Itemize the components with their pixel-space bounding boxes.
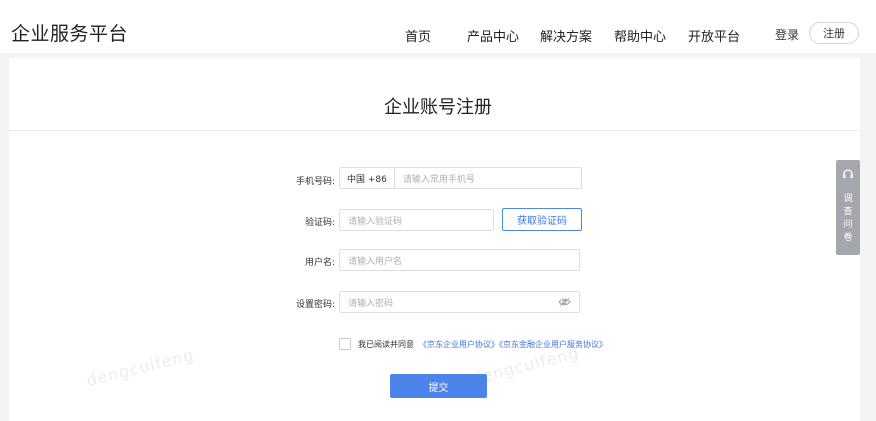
phone-placeholder: 请输入常用手机号 [402,174,475,185]
headset-icon [843,169,853,178]
agree-text: 我已阅读并同意 [358,339,414,349]
password-input[interactable]: 请输入密码 [339,291,580,313]
agree-checkbox[interactable] [339,338,351,350]
survey-side-tab[interactable]: 调查问卷 [836,160,860,255]
verify-code-input[interactable]: 请输入验证码 [339,209,494,231]
register-button[interactable]: 注册 [809,22,859,44]
submit-button[interactable]: 提交 [390,374,487,398]
nav-item-home[interactable]: 首页 [405,26,431,45]
phone-label: 手机号码: [295,177,335,187]
password-label: 设置密码: [295,300,335,310]
brand-logo-text[interactable]: 企业服务平台 [11,19,128,46]
agreement-row: 我已阅读并同意 《京东企业用户协议》《京东金融企业用户服务协议》 [339,338,607,350]
username-label: 用户名: [304,258,335,268]
login-link[interactable]: 登录 [775,26,799,43]
verify-code-placeholder: 请输入验证码 [348,216,403,227]
username-input[interactable]: 请输入用户名 [339,249,580,271]
top-nav-bar: 企业服务平台 首页 产品中心 解决方案 帮助中心 开放平台 登录 注册 [0,0,876,53]
nav-item-open-platform[interactable]: 开放平台 [688,26,740,45]
title-divider [9,130,860,131]
eye-hidden-icon[interactable] [558,297,571,307]
nav-item-help[interactable]: 帮助中心 [614,26,666,45]
agreement-links[interactable]: 《京东企业用户协议》《京东金融企业用户服务协议》 [419,339,607,350]
get-verify-code-button[interactable]: 获取验证码 [502,208,582,231]
password-placeholder: 请输入密码 [348,298,394,309]
verify-code-label: 验证码: [304,218,335,228]
phone-field[interactable]: 中国 +86 请输入常用手机号 [339,167,582,189]
nav-item-solutions[interactable]: 解决方案 [540,26,592,45]
country-code-select[interactable]: 中国 +86 [340,168,395,188]
page-title: 企业账号注册 [384,97,492,118]
survey-label: 调查问卷 [843,194,853,243]
nav-item-products[interactable]: 产品中心 [467,26,519,45]
username-placeholder: 请输入用户名 [348,256,403,267]
